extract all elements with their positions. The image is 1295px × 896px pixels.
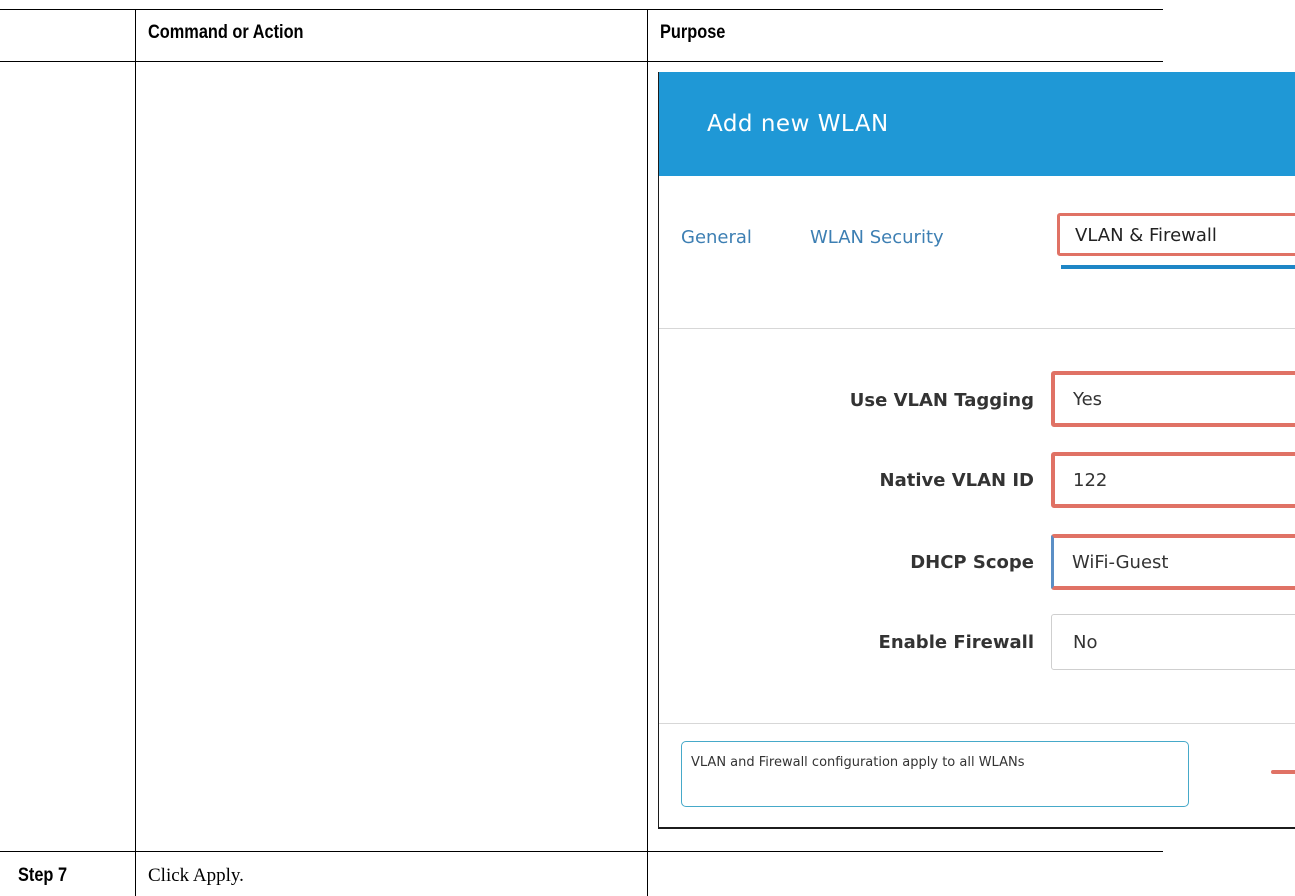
dhcp-scope-label: DHCP Scope xyxy=(910,552,1034,573)
apply-button-edge[interactable] xyxy=(1271,770,1295,774)
tab-wlan-security[interactable]: WLAN Security xyxy=(810,227,944,248)
native-vlan-id-input[interactable]: 122 xyxy=(1051,452,1295,508)
use-vlan-tagging-value: Yes xyxy=(1073,389,1103,410)
tab-general[interactable]: General xyxy=(681,227,752,248)
dhcp-scope-select[interactable]: WiFi-Guest xyxy=(1051,534,1295,590)
native-vlan-id-label: Native VLAN ID xyxy=(879,470,1035,491)
active-tab-indicator xyxy=(1061,265,1295,269)
enable-firewall-select[interactable]: No xyxy=(1051,614,1295,670)
table-col-divider-2 xyxy=(647,9,648,896)
add-new-wlan-dialog: Add new WLAN General WLAN Security VLAN … xyxy=(658,72,1295,829)
footer-separator xyxy=(659,723,1295,724)
enable-firewall-value: No xyxy=(1073,632,1098,653)
config-note-text: VLAN and Firewall configuration apply to… xyxy=(691,755,1025,770)
step-text: Click Apply. xyxy=(148,865,244,886)
table-col-divider-1 xyxy=(135,9,136,896)
table-top-rule xyxy=(0,9,1163,10)
step-label: Step 7 xyxy=(18,865,68,886)
command-or-action-header: Command or Action xyxy=(148,22,304,43)
dialog-title: Add new WLAN xyxy=(707,111,889,137)
config-note: VLAN and Firewall configuration apply to… xyxy=(681,741,1189,807)
enable-firewall-label: Enable Firewall xyxy=(878,632,1034,653)
use-vlan-tagging-label: Use VLAN Tagging xyxy=(849,390,1034,411)
tab-vlan-firewall[interactable]: VLAN & Firewall xyxy=(1057,213,1295,256)
table-header-rule xyxy=(0,61,1163,62)
dhcp-scope-value: WiFi-Guest xyxy=(1072,552,1169,573)
table-row-rule xyxy=(0,851,1163,852)
dialog-header: Add new WLAN xyxy=(659,72,1295,176)
native-vlan-id-value: 122 xyxy=(1073,470,1108,491)
purpose-header: Purpose xyxy=(660,22,726,43)
tabs-separator xyxy=(659,328,1295,329)
use-vlan-tagging-select[interactable]: Yes xyxy=(1051,371,1295,427)
document-page: Command or Action Purpose Add new WLAN G… xyxy=(0,0,1295,896)
tab-vlan-firewall-label: VLAN & Firewall xyxy=(1075,225,1217,246)
